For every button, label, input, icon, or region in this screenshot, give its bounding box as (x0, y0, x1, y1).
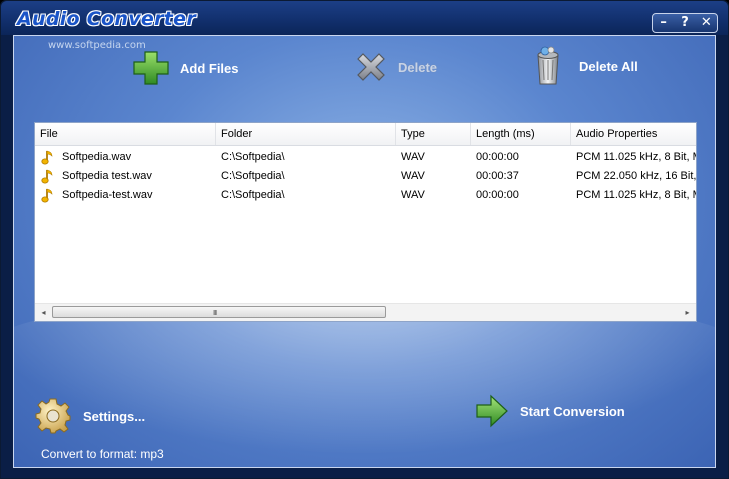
delete-all-button[interactable]: Delete All (533, 46, 638, 86)
cell-audio-properties: PCM 11.025 kHz, 8 Bit, M (576, 189, 696, 201)
scroll-right-arrow-icon[interactable]: ▸ (679, 304, 696, 321)
cell-type: WAV (401, 151, 425, 163)
window-title: Audio Converter (17, 8, 197, 30)
column-header-length[interactable]: Length (ms) (471, 123, 571, 145)
table-row[interactable]: Softpedia.wav C:\Softpedia\ WAV 00:00:00… (35, 148, 696, 167)
table-row[interactable]: Softpedia test.wav C:\Softpedia\ WAV 00:… (35, 167, 696, 186)
horizontal-scrollbar[interactable]: ◂ III ▸ (35, 303, 696, 321)
gear-icon (35, 398, 71, 434)
delete-x-icon (357, 53, 385, 81)
music-note-icon (41, 188, 53, 203)
column-header-audio-properties[interactable]: Audio Properties (571, 123, 696, 145)
scroll-left-arrow-icon[interactable]: ◂ (35, 304, 52, 321)
table-row[interactable]: Softpedia-test.wav C:\Softpedia\ WAV 00:… (35, 186, 696, 205)
help-button[interactable]: ? (676, 15, 694, 31)
arrow-right-icon (476, 394, 508, 428)
cell-folder: C:\Softpedia\ (221, 170, 285, 182)
delete-label: Delete (398, 59, 438, 75)
cell-type: WAV (401, 189, 425, 201)
window-controls: – ? ✕ (652, 13, 718, 33)
cell-length: 00:00:37 (476, 170, 519, 182)
column-header-type[interactable]: Type (396, 123, 471, 145)
cell-type: WAV (401, 170, 425, 182)
cell-audio-properties: PCM 11.025 kHz, 8 Bit, M (576, 151, 696, 163)
scrollbar-thumb[interactable]: III (52, 306, 386, 318)
cell-length: 00:00:00 (476, 151, 519, 163)
cell-folder: C:\Softpedia\ (221, 189, 285, 201)
cell-length: 00:00:00 (476, 189, 519, 201)
column-header-file[interactable]: File (35, 123, 216, 145)
cell-audio-properties: PCM 22.050 kHz, 16 Bit, (576, 170, 696, 182)
add-files-label: Add Files (180, 60, 239, 76)
title-bar[interactable]: Audio Converter – ? ✕ (1, 1, 728, 35)
cell-file: Softpedia test.wav (62, 170, 152, 182)
plus-icon (133, 51, 169, 85)
close-button[interactable]: ✕ (697, 15, 715, 31)
settings-button[interactable]: Settings... (34, 397, 145, 435)
delete-all-label: Delete All (579, 58, 638, 74)
cell-folder: C:\Softpedia\ (221, 151, 285, 163)
start-conversion-label: Start Conversion (520, 403, 625, 419)
trash-bin-icon (537, 46, 559, 85)
settings-label: Settings... (83, 408, 146, 424)
start-conversion-button[interactable]: Start Conversion (474, 393, 625, 429)
status-text: Convert to format: mp3 (41, 447, 164, 461)
cell-file: Softpedia-test.wav (62, 189, 153, 201)
minimize-button[interactable]: – (655, 15, 673, 31)
list-header: File Folder Type Length (ms) Audio Prope… (35, 123, 696, 146)
scrollbar-grip: III (213, 309, 217, 317)
delete-button[interactable]: Delete (354, 50, 437, 84)
main-panel: www.softpedia.com Add Files Delete Delet… (13, 35, 716, 468)
column-header-folder[interactable]: Folder (216, 123, 396, 145)
file-list[interactable]: File Folder Type Length (ms) Audio Prope… (34, 122, 697, 322)
music-note-icon (41, 150, 53, 165)
app-window: Audio Converter – ? ✕ www.softpedia.com … (0, 0, 729, 479)
music-note-icon (41, 169, 53, 184)
cell-file: Softpedia.wav (62, 151, 132, 163)
add-files-button[interactable]: Add Files (132, 50, 239, 86)
